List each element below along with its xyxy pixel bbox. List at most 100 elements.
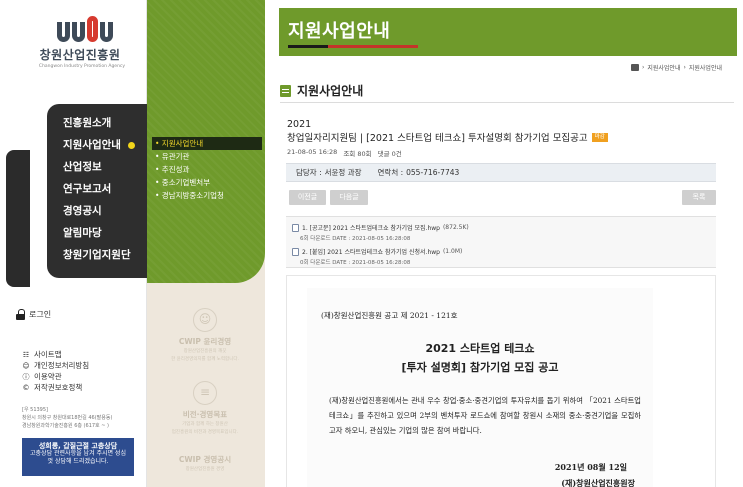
sub-menu-item-related[interactable]: • 유관기관 (152, 150, 262, 163)
login-label: 로그인 (29, 309, 52, 319)
address-line: 경남창원과학기술진흥원 6층 (617호 ~ ) (22, 423, 109, 429)
attachment-link[interactable]: 2. [붙임] 2021 스타트업테크쇼 참가기업 신청서.hwp (1.0M) (292, 247, 462, 256)
phone-label: 연락처 : (377, 168, 404, 177)
post-title: 창업일자리지원팀 | [2021 스타트업 테크쇼] 투자설명회 참가기업 모집… (287, 130, 608, 144)
value-ethics[interactable]: ☺ CWIP 윤리경영 창원산업진흥원의 깨끗 한 윤리경영의지를 함께 노력합… (155, 308, 255, 363)
breadcrumb-sep: › (683, 64, 686, 71)
value-vision[interactable]: ≡ 비전·경영목표 기업과 함께 하는 창원산 업진흥원의 비전과 경영목표입니… (155, 381, 255, 436)
value-disclosure[interactable]: CWIP 경영공시 창원산업진흥원 경영 (155, 454, 255, 473)
post-title-text: 창업일자리지원팀 | [2021 스타트업 테크쇼] 투자설명회 참가기업 모집… (287, 133, 588, 144)
banner-text: 고충상담 관련사항을 남겨 주시면 성심 (30, 450, 126, 457)
value-title: CWIP 윤리경영 (178, 337, 232, 346)
divider (280, 102, 734, 103)
page-header-title: 지원사업안내 (288, 21, 391, 42)
attachment-size: (872.5K) (442, 224, 469, 231)
util-link-label: 개인정보처리방침 (34, 361, 90, 370)
breadcrumb-item[interactable]: 지원사업안내 (647, 63, 680, 72)
main-menu-item-intro[interactable]: 진흥원소개 (47, 112, 147, 134)
notice-org: (재)창원산업진흥원장 (561, 478, 635, 487)
sub-menu: • 지원사업안내 • 유관기관 • 추진성과 • 중소기업벤처부 • 경남지방중… (152, 137, 262, 202)
sub-menu-item-gyeongnam[interactable]: • 경남지방중소기업청 (152, 189, 262, 202)
utility-links: ☷ 사이트맵 ☺ 개인정보처리방침 ⓘ 이용약관 © 저작권보호정책 (22, 349, 89, 393)
manager-label: 담당자 : (296, 168, 322, 177)
person-icon: ☺ (22, 361, 30, 370)
main-menu-item-notice[interactable]: 알림마당 (47, 222, 147, 244)
manager-name: 서윤정 과장 (324, 168, 362, 177)
info-icon: ⓘ (22, 372, 30, 381)
lock-icon (16, 308, 25, 320)
main-menu-item-support[interactable]: 지원사업안내 (47, 134, 147, 156)
value-desc: 기업과 함께 하는 창원산 (182, 422, 228, 427)
sub-menu-item-support[interactable]: • 지원사업안내 (152, 137, 262, 150)
attachment-name: 2. [붙임] 2021 스타트업테크쇼 참가기업 신청서.hwp (302, 249, 440, 256)
breadcrumb-sep: › (641, 64, 645, 71)
banner-title: 성희롱, 갑질근절 고충상담 (38, 442, 118, 450)
file-icon (292, 247, 299, 256)
attachments: 1. [공고문] 2021 스타트업테크쇼 참가기업 모집.hwp (872.5… (286, 216, 716, 268)
attachment-link[interactable]: 1. [공고문] 2021 스타트업테크쇼 참가기업 모집.hwp (872.5… (292, 223, 469, 232)
contact-info: 담당자 : 서윤정 과장 연락처 : 055-716-7743 (286, 163, 716, 182)
util-link-label: 저작권보호정책 (34, 383, 83, 392)
main-menu-item-reports[interactable]: 연구보고서 (47, 178, 147, 200)
section-title-text: 지원사업안내 (297, 84, 364, 98)
notice-number: (재)창원산업진흥원 공고 제 2021 - 121호 (321, 311, 458, 320)
harassment-counsel-banner[interactable]: 성희롱, 갑질근절 고충상담 고충상담 관련사항을 남겨 주시면 성심 껏 상담… (22, 438, 134, 476)
main-menu: 진흥원소개 지원사업안내 산업정보 연구보고서 경영공시 알림마당 창원기업지원… (47, 104, 147, 278)
util-link-privacy[interactable]: ☺ 개인정보처리방침 (22, 360, 89, 371)
notice-document: (재)창원산업진흥원 공고 제 2021 - 121호 2021 스타트업 테크… (307, 288, 653, 487)
main-menu-item-industry-info[interactable]: 산업정보 (47, 156, 147, 178)
value-desc: 업진흥원의 비전과 경영목표입니다. (171, 430, 239, 435)
value-desc: 창원산업진흥원의 깨끗 (183, 349, 227, 354)
phone-number: 055-716-7743 (406, 168, 460, 177)
left-sidebar: 창원산업진흥원 Changwon Industry Promotion Agen… (0, 0, 147, 487)
file-icon (292, 223, 299, 232)
value-links: ☺ CWIP 윤리경영 창원산업진흥원의 깨끗 한 윤리경영의지를 함께 노력합… (155, 308, 255, 487)
logo-mark (40, 14, 130, 42)
main-menu-item-disclosure[interactable]: 경영공시 (47, 200, 147, 222)
notice-body: (재)창원산업진흥원에서는 관내 우수 창업·중소·중견기업의 투자유치를 돕기… (329, 396, 641, 435)
util-link-copyright[interactable]: © 저작권보호정책 (22, 382, 89, 393)
status-badge: 마감 (591, 132, 608, 142)
board-icon (280, 84, 291, 97)
attachment-meta: 6회 다운로드 DATE : 2021-08-05 16:28:08 (300, 236, 411, 242)
sub-menu-item-smes[interactable]: • 중소기업벤처부 (152, 176, 262, 189)
attachment-meta: 0회 다운로드 DATE : 2021-08-05 16:28:08 (300, 260, 411, 266)
smile-icon: ☺ (193, 308, 217, 332)
value-title: CWIP 경영공시 (178, 455, 232, 464)
site-logo[interactable]: 창원산업진흥원 Changwon Industry Promotion Agen… (39, 14, 130, 80)
main-menu-item-support-group[interactable]: 창원기업지원단 (47, 244, 147, 266)
address-block: [우 51395] 창원시 의창구 창원대로18번길 46(팔용동) 경남창원과… (22, 406, 142, 430)
next-post-button[interactable]: 다음글 (330, 190, 368, 205)
logo-title: 창원산업진흥원 (39, 48, 121, 62)
post-body: (재)창원산업진흥원 공고 제 2021 - 121호 2021 스타트업 테크… (286, 275, 716, 487)
util-link-label: 사이트맵 (34, 350, 62, 359)
notice-subheading: [투자 설명회] 참가기업 모집 공고 (401, 361, 559, 374)
util-link-label: 이용약관 (34, 372, 62, 381)
post-views: 조회 80회 (343, 150, 372, 158)
login-link[interactable]: 로그인 (16, 307, 51, 321)
sitemap-icon: ☷ (22, 350, 30, 359)
header-underline (288, 45, 418, 48)
breadcrumb: › 지원사업안내 › 지원사업안내 (630, 63, 722, 72)
main-content: 지원사업안내 › 지원사업안내 › 지원사업안내 지원사업안내 2021 창업일… (265, 0, 743, 487)
attachment-size: (1.0M) (442, 248, 463, 255)
util-link-terms[interactable]: ⓘ 이용약관 (22, 371, 89, 382)
side-tab (6, 150, 30, 287)
post-year: 2021 (287, 119, 312, 130)
notice-heading: 2021 스타트업 테크쇼 (425, 342, 535, 355)
address-line: [우 51395] (22, 407, 48, 413)
section-title: 지원사업안내 (280, 82, 363, 99)
list-button[interactable]: 목록 (682, 190, 716, 205)
attachment-name: 1. [공고문] 2021 스타트업테크쇼 참가기업 모집.hwp (302, 225, 440, 232)
value-title: 비전·경영목표 (182, 410, 228, 419)
util-link-sitemap[interactable]: ☷ 사이트맵 (22, 349, 89, 360)
address-line: 창원시 의창구 창원대로18번길 46(팔용동) (22, 415, 113, 421)
logo-subtitle: Changwon Industry Promotion Agency (38, 64, 126, 69)
sub-menu-item-results[interactable]: • 추진성과 (152, 163, 262, 176)
prev-post-button[interactable]: 이전글 (289, 190, 326, 205)
home-icon[interactable] (630, 64, 639, 71)
breadcrumb-item[interactable]: 지원사업안내 (689, 63, 722, 72)
page-header: 지원사업안내 (279, 8, 737, 56)
post-meta: 21-08-05 16:28 조회 80회 댓글 0건 (287, 148, 402, 158)
post-date: 21-08-05 16:28 (287, 148, 338, 156)
